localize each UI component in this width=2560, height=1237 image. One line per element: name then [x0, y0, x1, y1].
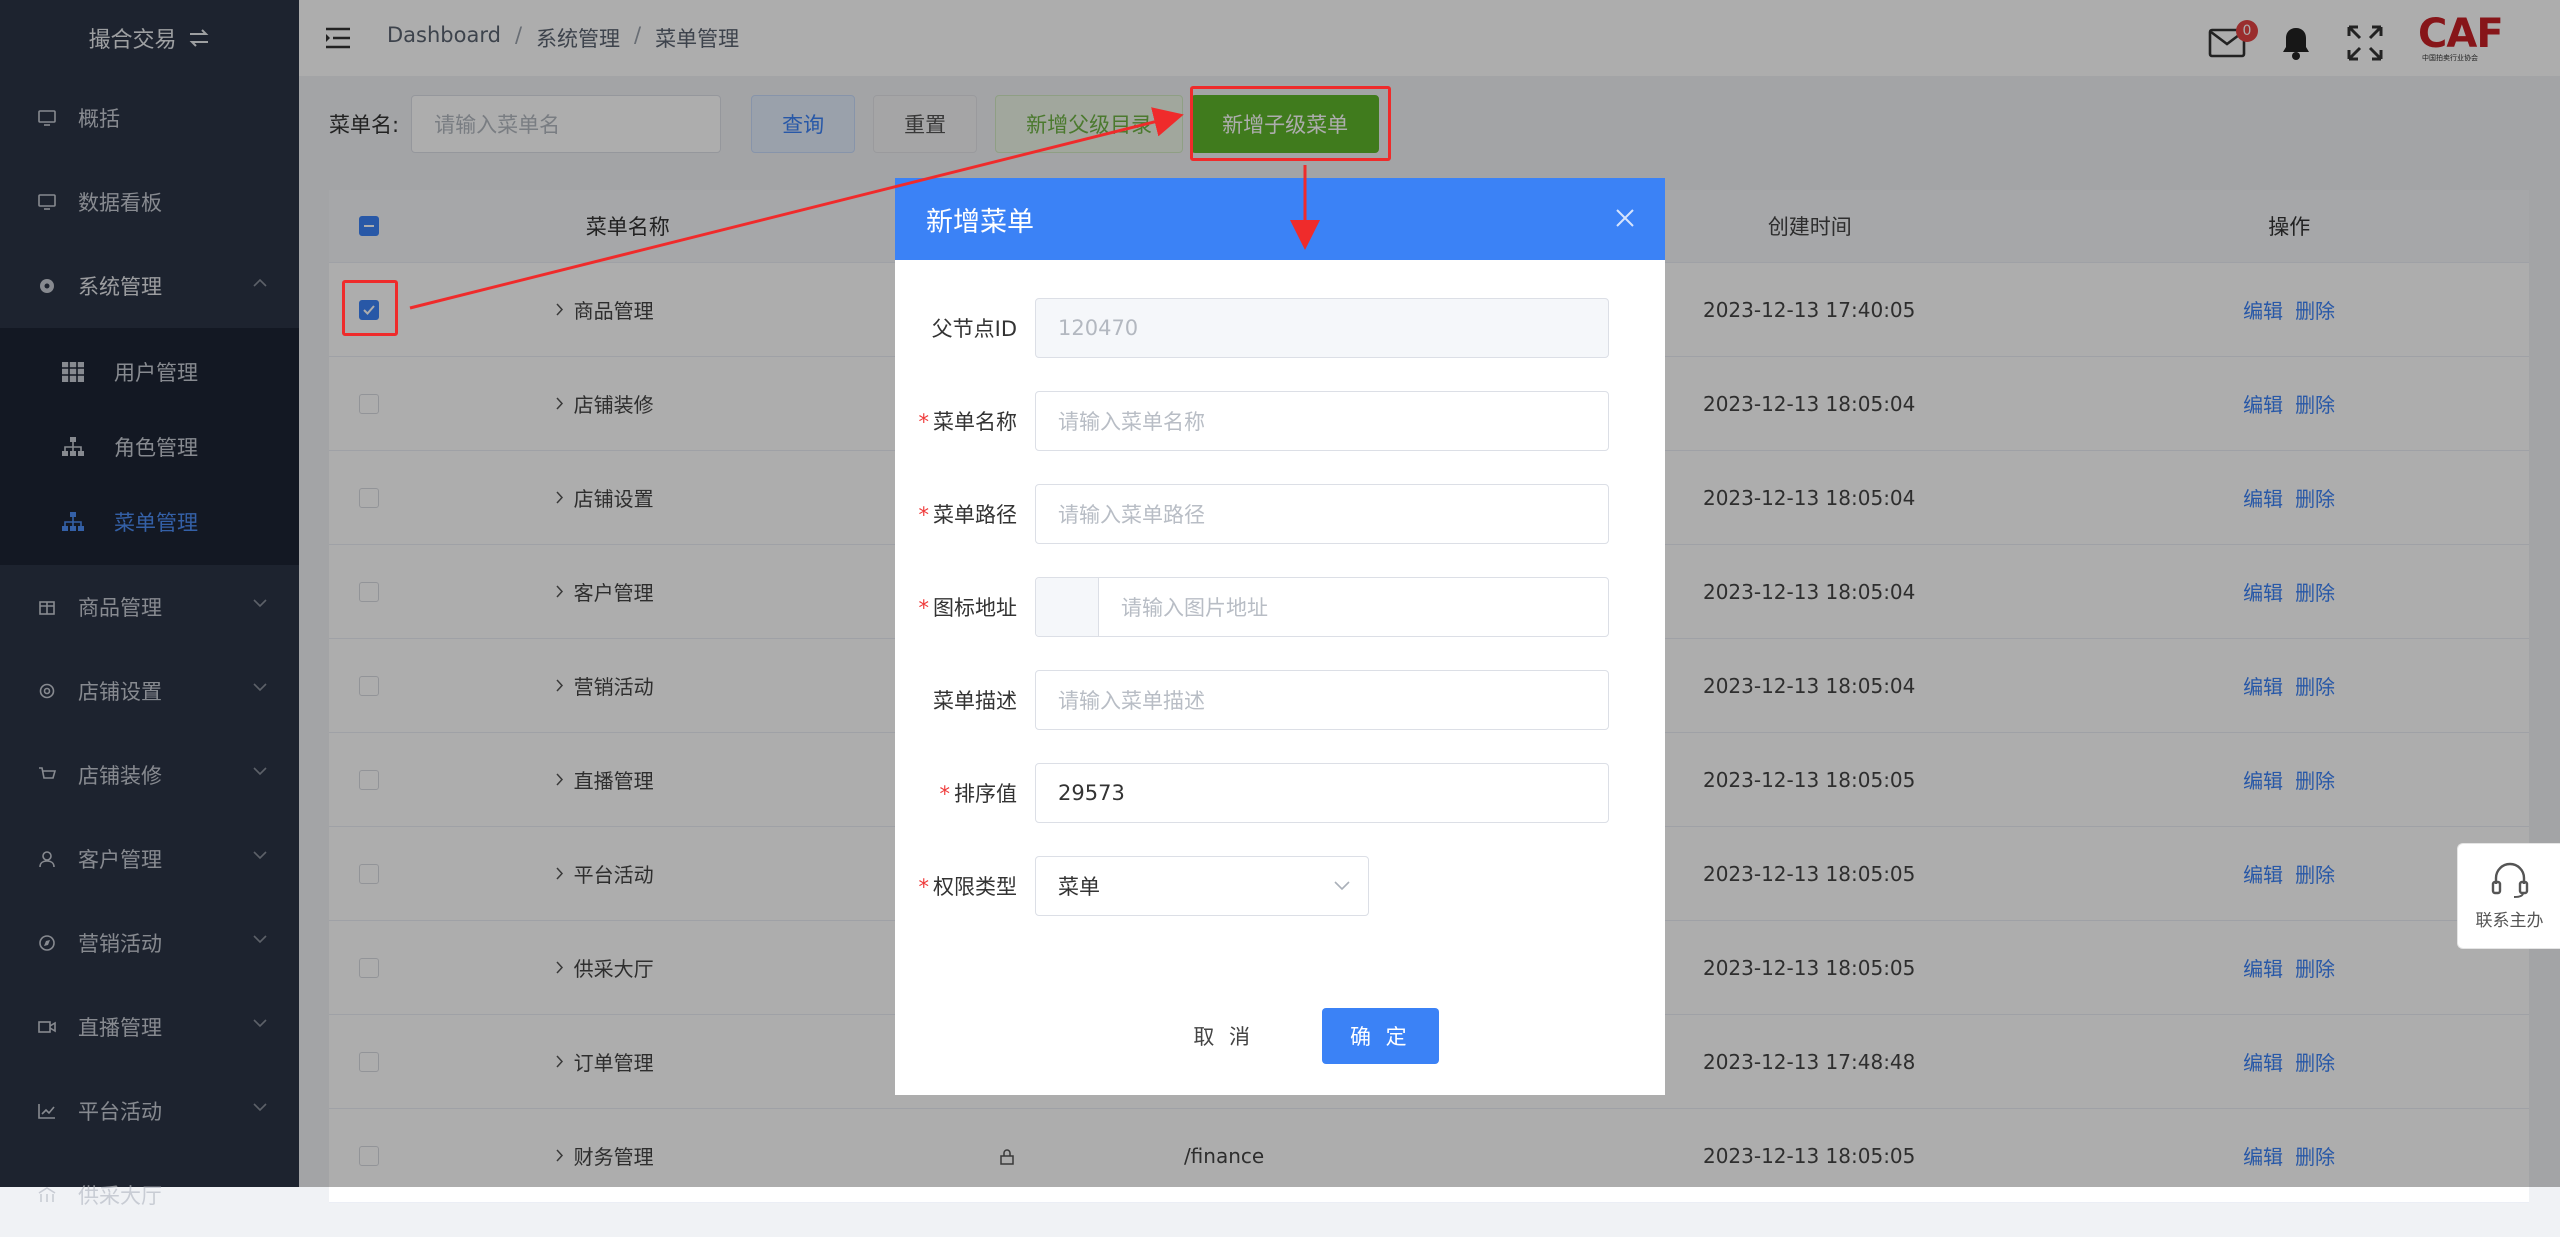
add-menu-dialog: 新增菜单 父节点ID 120470 * 菜单名称 请输入菜单名称 * 菜单路径 请输… [895, 178, 1665, 1095]
icon-url-label: * 图标地址 [918, 596, 1018, 620]
sort-label: * 排序值 [939, 782, 1018, 806]
parent-id-field: 120470 [1035, 298, 1609, 358]
perm-type-select[interactable]: 菜单 [1035, 856, 1369, 916]
icon-preview-slot[interactable] [1036, 578, 1099, 636]
annotation-box-checkbox [342, 280, 398, 336]
icon-url-input[interactable]: 请输入图片地址 [1035, 577, 1609, 637]
chevron-down-icon [1334, 881, 1350, 891]
form-row-icon-url: * 图标地址 请输入图片地址 [895, 576, 1665, 638]
dialog-title: 新增菜单 [926, 206, 1034, 238]
form-row-parent-id: 父节点ID 120470 [895, 297, 1665, 359]
icon-url-placeholder: 请输入图片地址 [1121, 596, 1268, 620]
annotation-box-add-child [1190, 86, 1391, 161]
dialog-header: 新增菜单 [895, 178, 1665, 260]
menu-path-label: * 菜单路径 [918, 503, 1018, 527]
perm-type-value: 菜单 [1058, 875, 1100, 899]
form-row-menu-desc: 菜单描述 请输入菜单描述 [895, 669, 1665, 731]
dialog-footer: 取 消 确 定 [895, 1008, 1665, 1064]
sort-value: 29573 [1058, 781, 1125, 805]
cancel-button[interactable]: 取 消 [1165, 1008, 1282, 1064]
perm-type-label: * 权限类型 [918, 875, 1018, 899]
form-row-sort: * 排序值 29573 [895, 762, 1665, 824]
parent-id-label: 父节点ID [931, 317, 1017, 341]
menu-desc-label: 菜单描述 [933, 689, 1017, 713]
menu-path-placeholder: 请输入菜单路径 [1058, 503, 1205, 527]
confirm-button[interactable]: 确 定 [1322, 1008, 1439, 1064]
headset-icon [2491, 862, 2528, 898]
close-icon[interactable] [1615, 208, 1635, 228]
parent-id-value: 120470 [1058, 316, 1139, 340]
menu-name-input[interactable]: 请输入菜单名称 [1035, 391, 1609, 451]
menu-desc-placeholder: 请输入菜单描述 [1058, 689, 1205, 713]
hall-icon [36, 1184, 58, 1206]
menu-name-label: * 菜单名称 [918, 410, 1018, 434]
contact-host-widget[interactable]: 联系主办 [2457, 843, 2560, 949]
menu-desc-input[interactable]: 请输入菜单描述 [1035, 670, 1609, 730]
menu-name-placeholder: 请输入菜单名称 [1058, 410, 1205, 434]
form-row-perm-type: * 权限类型 菜单 [895, 855, 1665, 917]
sort-input[interactable]: 29573 [1035, 763, 1609, 823]
menu-path-input[interactable]: 请输入菜单路径 [1035, 484, 1609, 544]
form-row-menu-name: * 菜单名称 请输入菜单名称 [895, 390, 1665, 452]
help-label: 联系主办 [2475, 910, 2544, 931]
form-row-menu-path: * 菜单路径 请输入菜单路径 [895, 483, 1665, 545]
